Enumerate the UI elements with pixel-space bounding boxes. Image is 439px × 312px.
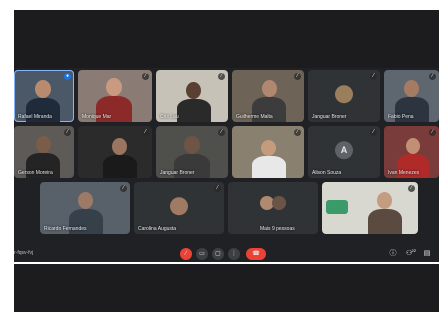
mic-off-icon: ⁄ xyxy=(429,73,436,80)
logo-image xyxy=(326,200,348,214)
participant-name: Ricardo Fernandes xyxy=(44,226,87,232)
participant-name: Monique Mar xyxy=(82,114,112,120)
mic-off-icon: ⁄ xyxy=(214,185,221,192)
participant-tile[interactable]: ⁄ Fabio Pena xyxy=(384,70,439,122)
present-icon[interactable]: ▢ xyxy=(212,248,224,260)
participant-tile[interactable]: ⁄ Ricardo Fernandes xyxy=(40,182,130,234)
hang-up-icon[interactable]: ☎ xyxy=(246,248,266,260)
participant-tile[interactable]: ⁄ xyxy=(78,126,152,178)
mic-off-icon: ⁄ xyxy=(294,73,301,80)
lower-area xyxy=(14,264,439,312)
participant-tile[interactable]: ⁄ Carolina Augusta xyxy=(134,182,224,234)
participant-avatar xyxy=(335,85,353,104)
participant-tile[interactable]: ⁄ Monique Mar xyxy=(78,70,152,122)
more-options-icon[interactable]: ⋮ xyxy=(228,248,240,260)
mic-off-icon: ⁄ xyxy=(218,73,225,80)
mic-off-icon: ⁄ xyxy=(64,129,71,136)
participant-tile[interactable]: ⁄ Janguar Broner xyxy=(308,70,380,122)
mic-off-icon: ⁄ xyxy=(120,185,127,192)
people-count: 22 xyxy=(411,248,416,253)
participant-name: Ivan Menezes xyxy=(388,170,420,176)
camera-icon[interactable]: ▭ xyxy=(196,248,208,260)
mic-off-icon: ⁄ xyxy=(294,129,301,136)
mic-off-icon[interactable]: ⁄ xyxy=(180,248,192,260)
info-icon[interactable]: ⓘ xyxy=(388,249,398,259)
participant-tile[interactable]: ⁄ Ivan Menezes xyxy=(384,126,439,178)
participant-avatar xyxy=(170,197,188,216)
participant-name: Cris Lau xyxy=(160,114,179,120)
participant-avatar: A xyxy=(335,141,353,160)
more-participants-label: Mais 9 pessoas xyxy=(260,226,295,232)
participant-tile[interactable]: ⁄ Gerson Moreira xyxy=(14,126,74,178)
control-bar: r-fqsv-fvj ⁄ ▭ ▢ ⋮ ☎ ⓘ ⚇ 22 ▤ xyxy=(14,248,439,262)
meeting-window: ● Rafael Miranda ⁄ Monique Mar ⁄ Cris La… xyxy=(14,10,439,262)
participant-name: Janguar Broner xyxy=(160,170,195,176)
chat-icon[interactable]: ▤ xyxy=(422,249,432,259)
mic-off-icon: ⁄ xyxy=(142,129,149,136)
speaking-icon: ● xyxy=(64,73,71,80)
people-icon[interactable]: ⚇ 22 xyxy=(404,248,416,259)
participant-name: Fabio Pena xyxy=(388,114,414,120)
participant-name: Rafael Miranda xyxy=(18,114,52,120)
participant-name: Alison Souza xyxy=(312,170,342,176)
participant-grid: ● Rafael Miranda ⁄ Monique Mar ⁄ Cris La… xyxy=(14,70,439,250)
participant-avatar xyxy=(272,196,286,210)
participant-tile[interactable]: A ⁄ Alison Souza xyxy=(308,126,380,178)
participant-name: Carolina Augusta xyxy=(138,226,177,232)
mic-off-icon: ⁄ xyxy=(429,129,436,136)
top-area xyxy=(14,10,439,68)
participant-tile[interactable]: ⁄ Janguar Broner xyxy=(156,126,228,178)
participant-name: Gerson Moreira xyxy=(18,170,53,176)
participant-tile[interactable]: ⁄ Cris Lau xyxy=(156,70,228,122)
participant-name: Janguar Broner xyxy=(312,114,347,120)
participant-tile[interactable]: ⁄ xyxy=(232,126,304,178)
mic-off-icon: ⁄ xyxy=(370,73,377,80)
mic-off-icon: ⁄ xyxy=(218,129,225,136)
meeting-code: r-fqsv-fvj xyxy=(14,250,34,256)
mic-off-icon: ⁄ xyxy=(142,73,149,80)
participant-tile[interactable]: ⁄ xyxy=(322,182,418,234)
participant-tile[interactable]: ⁄ Guilherme Malta xyxy=(232,70,304,122)
mic-off-icon: ⁄ xyxy=(408,185,415,192)
participant-tile[interactable]: ● Rafael Miranda xyxy=(14,70,74,122)
more-participants-tile[interactable]: Mais 9 pessoas xyxy=(228,182,318,234)
mic-off-icon: ⁄ xyxy=(370,129,377,136)
participant-name: Guilherme Malta xyxy=(236,114,273,120)
